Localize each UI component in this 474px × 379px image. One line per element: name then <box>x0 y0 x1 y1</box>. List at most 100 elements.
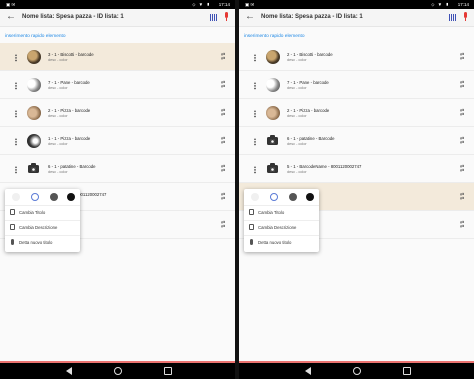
quick-insert-link[interactable]: inserimento rapido elemento <box>5 34 66 39</box>
item-title: 7 - 1 - Pane - barcode <box>287 80 329 85</box>
swap-vert-icon[interactable]: ⇄ ⇄ <box>221 137 230 146</box>
swap-vert-icon[interactable]: ⇄ ⇄ <box>221 193 230 202</box>
nav-back-icon[interactable] <box>305 367 311 375</box>
nav-home-icon[interactable] <box>114 367 122 375</box>
menu-item-label: Cambia Titolo <box>19 210 46 215</box>
camera-icon[interactable] <box>28 163 39 173</box>
mic-icon[interactable] <box>463 12 468 22</box>
list-item[interactable]: 2 - 1 - Pizza - barcode desc - color ⇄ ⇄ <box>239 99 474 127</box>
color-picker <box>244 192 319 202</box>
drag-handle-icon[interactable] <box>15 110 17 118</box>
arrow-back-icon[interactable]: ← <box>245 11 255 22</box>
item-title: 2 - 1 - Pizza - barcode <box>48 108 91 113</box>
barcode-icon[interactable] <box>210 14 218 21</box>
system-icons: ⬦ ▼ ▮ <box>431 2 450 7</box>
swap-vert-icon[interactable]: ⇄ ⇄ <box>221 221 230 230</box>
color-swatch-selected[interactable] <box>270 193 278 201</box>
divider <box>239 361 474 363</box>
menu-item[interactable]: Detta nuovo titolo <box>5 235 80 248</box>
edit-icon <box>249 224 254 230</box>
list-item[interactable]: 7 - 1 - Pane - barcode desc - color ⇄ ⇄ <box>0 71 235 99</box>
phone-screen: ▣ ✉ ⬦ ▼ ▮ 17:14 ← Nome lista: Spesa pazz… <box>0 0 235 379</box>
drag-handle-icon[interactable] <box>254 54 256 62</box>
swap-vert-icon[interactable]: ⇄ ⇄ <box>460 53 469 62</box>
list-item[interactable]: 3 - 1 - Biscotti - barcode desc - color … <box>0 43 235 71</box>
list-item[interactable]: 2 - 1 - Pizza - barcode desc - color ⇄ ⇄ <box>0 99 235 127</box>
drag-handle-icon[interactable] <box>15 54 17 62</box>
nav-back-icon[interactable] <box>66 367 72 375</box>
notification-icons: ▣ ✉ <box>6 2 16 7</box>
swap-vert-icon[interactable]: ⇄ ⇄ <box>460 165 469 174</box>
swap-vert-icon[interactable]: ⇄ ⇄ <box>221 53 230 62</box>
list-item[interactable]: 2 - 1 - Biscotti - barcode desc - color … <box>239 43 474 71</box>
color-swatch-selected[interactable] <box>31 193 39 201</box>
item-photo[interactable] <box>27 106 41 120</box>
menu-item[interactable]: Cambia Titolo <box>244 205 319 218</box>
item-photo[interactable] <box>266 78 280 92</box>
color-swatch[interactable] <box>12 193 20 201</box>
item-photo[interactable] <box>27 50 41 64</box>
item-photo[interactable] <box>27 134 41 148</box>
drag-handle-icon[interactable] <box>254 110 256 118</box>
item-subtitle: desc - color <box>48 58 68 62</box>
swap-vert-icon[interactable]: ⇄ ⇄ <box>221 109 230 118</box>
drag-handle-icon[interactable] <box>254 82 256 90</box>
list-item[interactable]: 6 - 1 - patatine - Barcode desc - color … <box>0 155 235 183</box>
menu-item[interactable]: Cambia Descrizione <box>244 220 319 233</box>
menu-item-label: Cambia Descrizione <box>258 225 297 230</box>
menu-item-label: Detta nuovo titolo <box>258 240 292 245</box>
camera-icon[interactable] <box>267 135 278 145</box>
swap-vert-icon[interactable]: ⇄ ⇄ <box>460 81 469 90</box>
list-item[interactable]: 7 - 1 - Pane - barcode desc - color ⇄ ⇄ <box>239 71 474 99</box>
arrow-back-icon[interactable]: ← <box>6 11 16 22</box>
drag-handle-icon[interactable] <box>15 138 17 146</box>
nav-recents-icon[interactable] <box>403 367 411 375</box>
android-nav-bar <box>0 361 235 379</box>
menu-item-label: Cambia Descrizione <box>19 225 58 230</box>
item-options-popup: Cambia Titolo Cambia Descrizione Detta n… <box>5 189 80 252</box>
menu-item[interactable]: Detta nuovo titolo <box>244 235 319 248</box>
edit-icon <box>10 209 15 215</box>
item-subtitle: desc - color <box>287 114 307 118</box>
app-bar: ← Nome lista: Spesa pazza - ID lista: 1 <box>0 9 235 27</box>
swap-vert-icon[interactable]: ⇄ ⇄ <box>460 137 469 146</box>
mic-icon <box>250 239 253 245</box>
item-title: 3 - 1 - Biscotti - barcode <box>48 52 94 57</box>
color-swatch[interactable] <box>50 193 58 201</box>
quick-insert-link[interactable]: inserimento rapido elemento <box>244 34 305 39</box>
barcode-icon[interactable] <box>449 14 457 21</box>
system-icons: ⬦ ▼ ▮ <box>192 2 211 7</box>
item-title: 1 - 1 - Pizza - barcode <box>48 136 91 141</box>
drag-handle-icon[interactable] <box>15 82 17 90</box>
nav-recents-icon[interactable] <box>164 367 172 375</box>
notification-icons: ▣ ✉ <box>245 2 255 7</box>
swap-vert-icon[interactable]: ⇄ ⇄ <box>460 193 469 202</box>
drag-handle-icon[interactable] <box>254 166 256 174</box>
item-photo[interactable] <box>266 50 280 64</box>
swap-vert-icon[interactable]: ⇄ ⇄ <box>221 165 230 174</box>
menu-item[interactable]: Cambia Titolo <box>5 205 80 218</box>
item-title: 2 - 1 - Biscotti - barcode <box>287 52 333 57</box>
mic-icon[interactable] <box>224 12 229 22</box>
menu-item[interactable]: Cambia Descrizione <box>5 220 80 233</box>
nav-home-icon[interactable] <box>353 367 361 375</box>
color-swatch[interactable] <box>67 193 75 201</box>
item-title: 7 - 1 - Pane - barcode <box>48 80 90 85</box>
page-title: Nome lista: Spesa pazza - ID lista: 1 <box>261 14 363 20</box>
swap-vert-icon[interactable]: ⇄ ⇄ <box>460 109 469 118</box>
color-swatch[interactable] <box>306 193 314 201</box>
swap-vert-icon[interactable]: ⇄ ⇄ <box>460 221 469 230</box>
edit-icon <box>249 209 254 215</box>
list-item[interactable]: 6 - 1 - patatine - Barcode desc - color … <box>239 127 474 155</box>
swap-vert-icon[interactable]: ⇄ ⇄ <box>221 81 230 90</box>
item-photo[interactable] <box>266 106 280 120</box>
list-item[interactable]: 5 - 1 - BarcodeName - 8001120002747 desc… <box>239 155 474 183</box>
list-item[interactable]: 1 - 1 - Pizza - barcode desc - color ⇄ ⇄ <box>0 127 235 155</box>
drag-handle-icon[interactable] <box>254 138 256 146</box>
color-swatch[interactable] <box>289 193 297 201</box>
color-swatch[interactable] <box>251 193 259 201</box>
drag-handle-icon[interactable] <box>15 166 17 174</box>
status-clock: 17:14 <box>457 2 469 7</box>
item-photo[interactable] <box>27 78 41 92</box>
camera-icon[interactable] <box>267 163 278 173</box>
